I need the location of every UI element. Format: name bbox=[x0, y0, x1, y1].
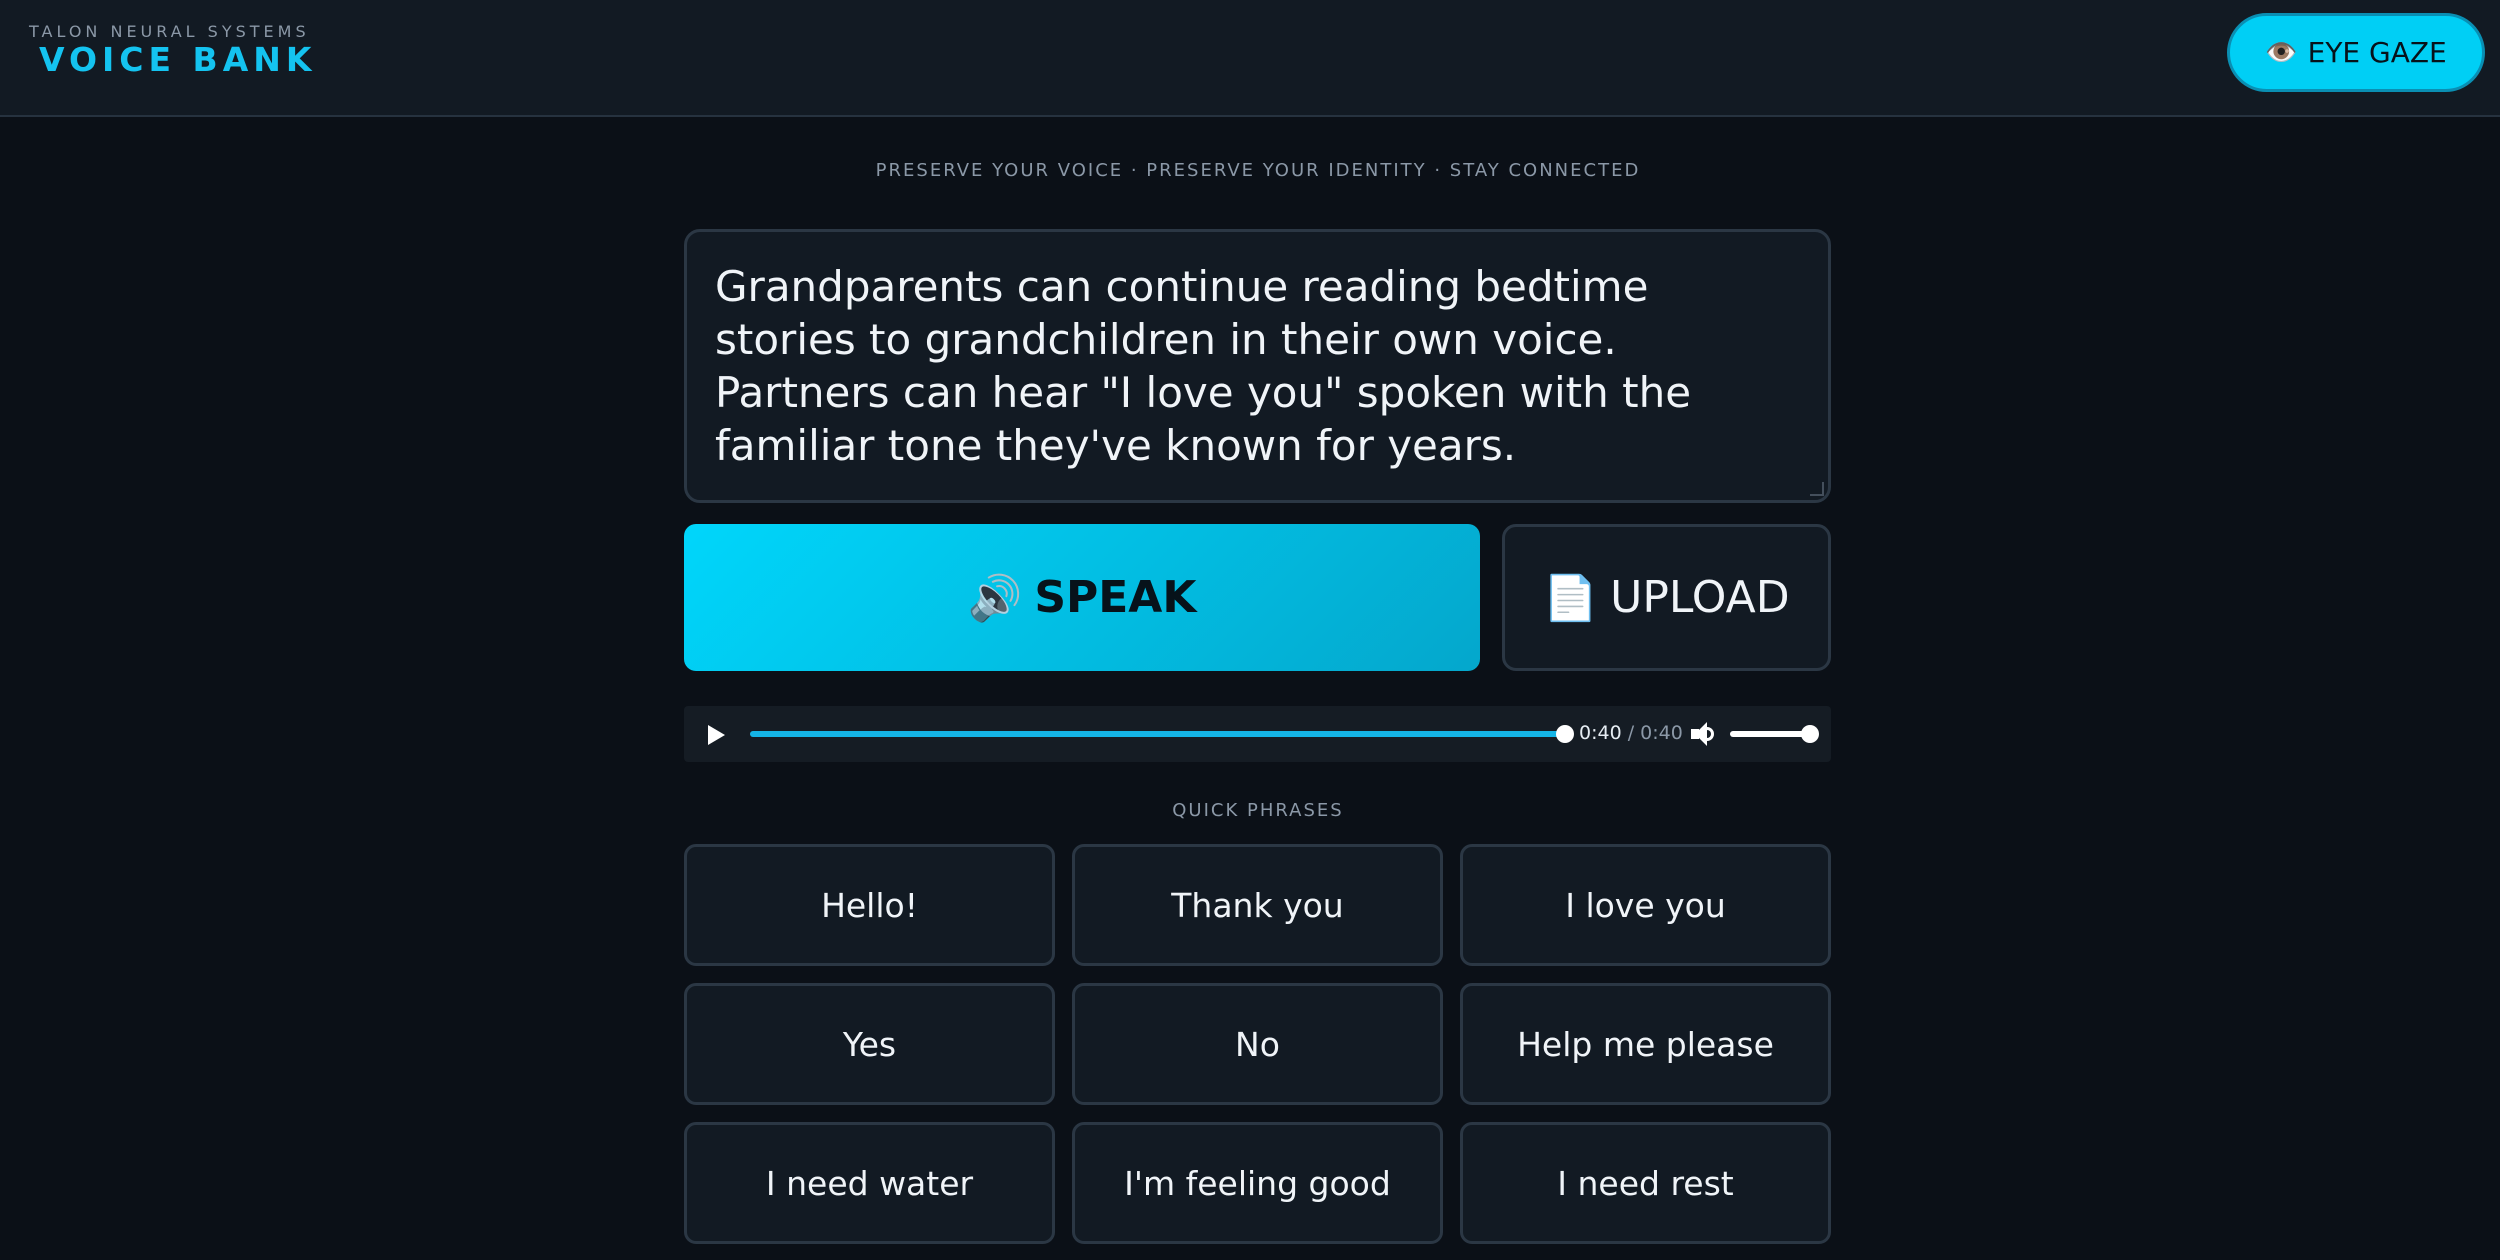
eye-gaze-label: EYE GAZE bbox=[2307, 36, 2447, 69]
company-name: TALON NEURAL SYSTEMS bbox=[29, 22, 310, 41]
eye-gaze-button[interactable]: 👁️ EYE GAZE bbox=[2227, 13, 2485, 92]
phrase-button[interactable]: Yes bbox=[684, 983, 1055, 1105]
seek-bar[interactable] bbox=[750, 725, 1574, 743]
app-header: TALON NEURAL SYSTEMS VOICE BANK 👁️ EYE G… bbox=[0, 0, 2500, 117]
phrase-button[interactable]: Thank you bbox=[1072, 844, 1443, 966]
phrase-button[interactable]: Help me please bbox=[1460, 983, 1831, 1105]
phrase-button[interactable]: No bbox=[1072, 983, 1443, 1105]
resize-handle[interactable] bbox=[1810, 482, 1824, 496]
speak-button[interactable]: 🔊 SPEAK bbox=[684, 524, 1480, 671]
upload-button[interactable]: 📄 UPLOAD bbox=[1502, 524, 1831, 671]
speak-label: SPEAK bbox=[1034, 572, 1197, 623]
eye-icon: 👁️ bbox=[2265, 37, 2298, 68]
speech-text-input[interactable]: Grandparents can continue reading bedtim… bbox=[684, 229, 1831, 503]
tagline: PRESERVE YOUR VOICE · PRESERVE YOUR IDEN… bbox=[875, 160, 1641, 181]
speech-text-value: Grandparents can continue reading bedtim… bbox=[715, 262, 1692, 470]
current-time: 0:40 bbox=[1579, 722, 1622, 744]
phrase-button[interactable]: I'm feeling good bbox=[1072, 1122, 1443, 1244]
time-display: 0:40 / 0:40 bbox=[1579, 722, 1683, 744]
quick-phrases-heading: QUICK PHRASES bbox=[1172, 800, 1344, 821]
phrase-button[interactable]: I need rest bbox=[1460, 1122, 1831, 1244]
volume-thumb[interactable] bbox=[1801, 725, 1819, 743]
app-title: VOICE BANK bbox=[39, 40, 317, 79]
seek-thumb[interactable] bbox=[1556, 725, 1574, 743]
time-separator: / bbox=[1621, 722, 1641, 744]
document-icon: 📄 bbox=[1543, 572, 1599, 624]
audio-player: 0:40 / 0:40 bbox=[684, 706, 1831, 762]
play-icon[interactable] bbox=[702, 720, 730, 748]
phrase-button[interactable]: I love you bbox=[1460, 844, 1831, 966]
speaker-icon: 🔊 bbox=[967, 572, 1023, 624]
volume-level bbox=[1730, 731, 1810, 737]
upload-label: UPLOAD bbox=[1610, 572, 1790, 623]
volume-icon[interactable] bbox=[1689, 721, 1717, 747]
phrase-button[interactable]: I need water bbox=[684, 1122, 1055, 1244]
quick-phrases-grid: Hello! Thank you I love you Yes No Help … bbox=[684, 844, 1831, 1244]
phrase-button[interactable]: Hello! bbox=[684, 844, 1055, 966]
volume-slider[interactable] bbox=[1730, 725, 1819, 743]
duration: 0:40 bbox=[1640, 722, 1683, 744]
seek-progress bbox=[750, 731, 1565, 737]
